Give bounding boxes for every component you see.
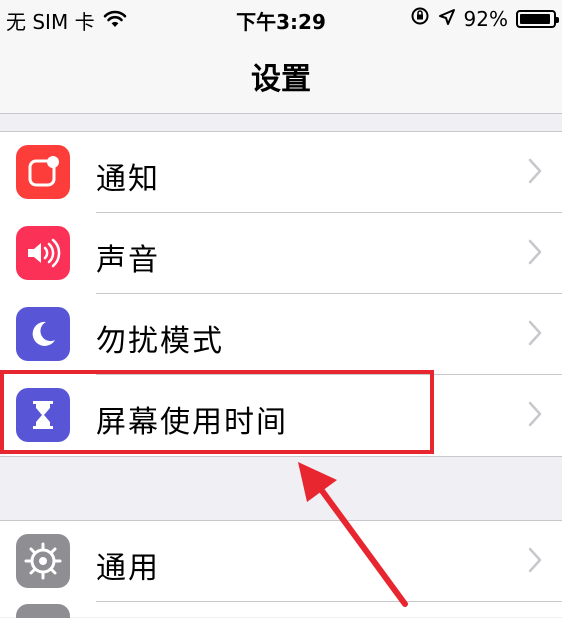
annotation-arrow-icon bbox=[298, 462, 408, 607]
